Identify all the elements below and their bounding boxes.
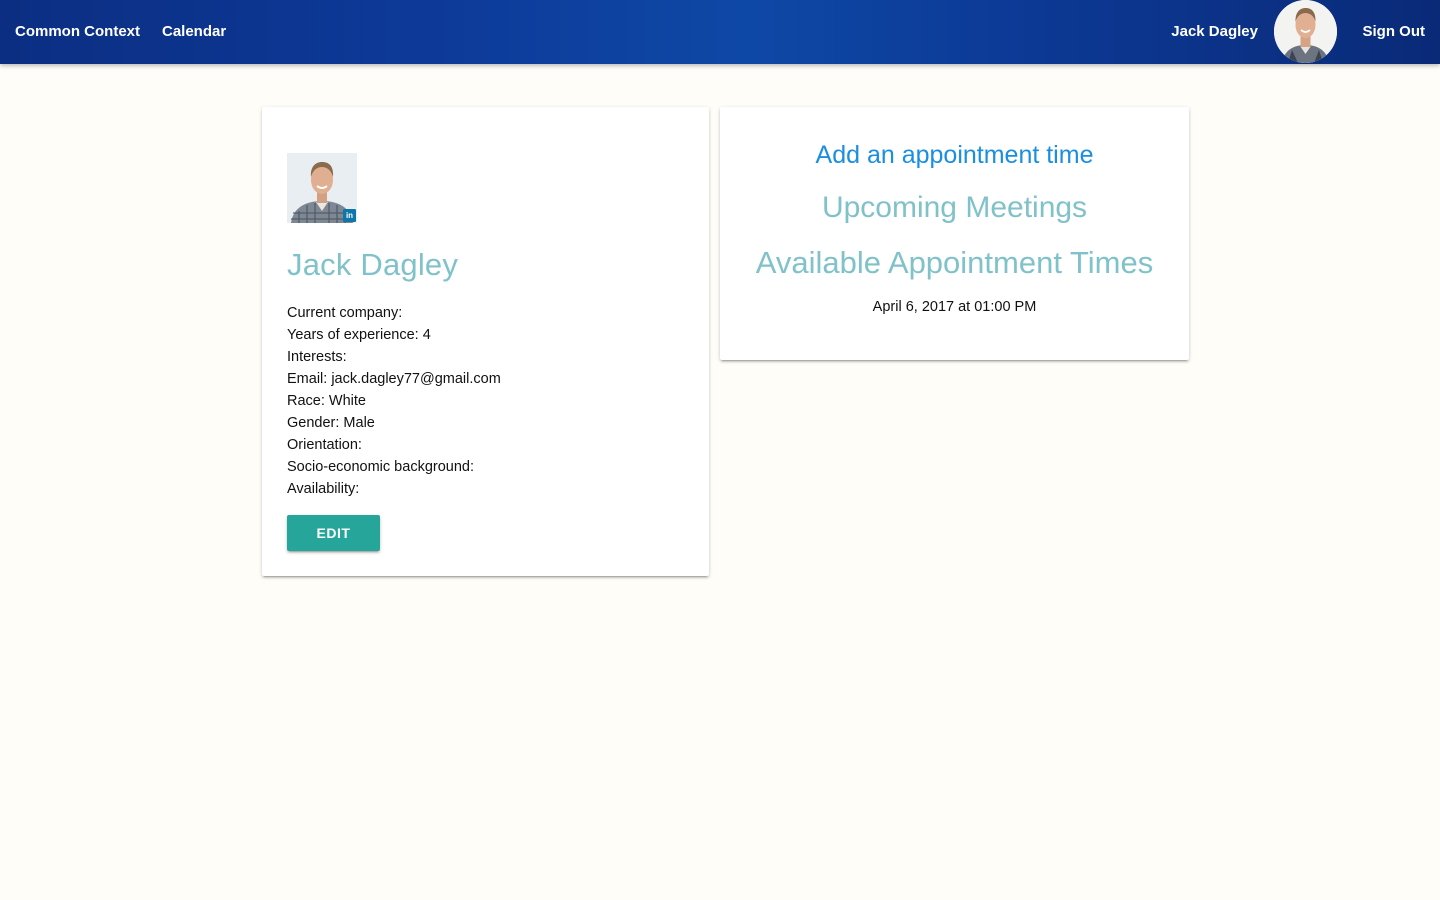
nav-user-name: Jack Dagley bbox=[1171, 23, 1258, 40]
detail-years-experience: Years of experience: 4 bbox=[287, 327, 431, 343]
upcoming-meetings-heading: Upcoming Meetings bbox=[821, 191, 1088, 224]
profile-name: Jack Dagley bbox=[287, 247, 459, 282]
profile-details-list: Current company: Years of experience: 4 … bbox=[287, 302, 501, 500]
detail-gender: Gender: Male bbox=[287, 415, 375, 431]
linkedin-icon: in bbox=[343, 209, 356, 222]
detail-interests: Interests: bbox=[287, 349, 347, 365]
detail-socio-economic: Socio-economic background: bbox=[287, 459, 474, 475]
detail-race: Race: White bbox=[287, 393, 366, 409]
available-times-heading: Available Appointment Times bbox=[755, 245, 1154, 280]
detail-current-company: Current company: bbox=[287, 305, 403, 321]
avatar[interactable] bbox=[1274, 0, 1337, 63]
appointment-time-item: April 6, 2017 at 01:00 PM bbox=[872, 299, 1037, 315]
brand-link[interactable]: Common Context bbox=[15, 0, 140, 64]
edit-button[interactable]: Edit bbox=[287, 515, 380, 551]
schedule-card: Add an appointment time Upcoming Meeting… bbox=[720, 107, 1189, 360]
detail-orientation: Orientation: bbox=[287, 437, 362, 453]
sign-out-link[interactable]: Sign Out bbox=[1363, 0, 1426, 64]
profile-card: in Jack Dagley Current company: Years of… bbox=[262, 107, 709, 576]
top-navbar: Common Context Calendar Jack Dagley Sign… bbox=[0, 0, 1440, 64]
add-appointment-link[interactable]: Add an appointment time bbox=[720, 141, 1189, 170]
detail-availability: Availability: bbox=[287, 481, 360, 497]
profile-photo: in bbox=[287, 153, 357, 223]
detail-email: Email: jack.dagley77@gmail.com bbox=[287, 371, 501, 387]
user-avatar-icon bbox=[1274, 0, 1337, 63]
calendar-link[interactable]: Calendar bbox=[162, 0, 226, 64]
